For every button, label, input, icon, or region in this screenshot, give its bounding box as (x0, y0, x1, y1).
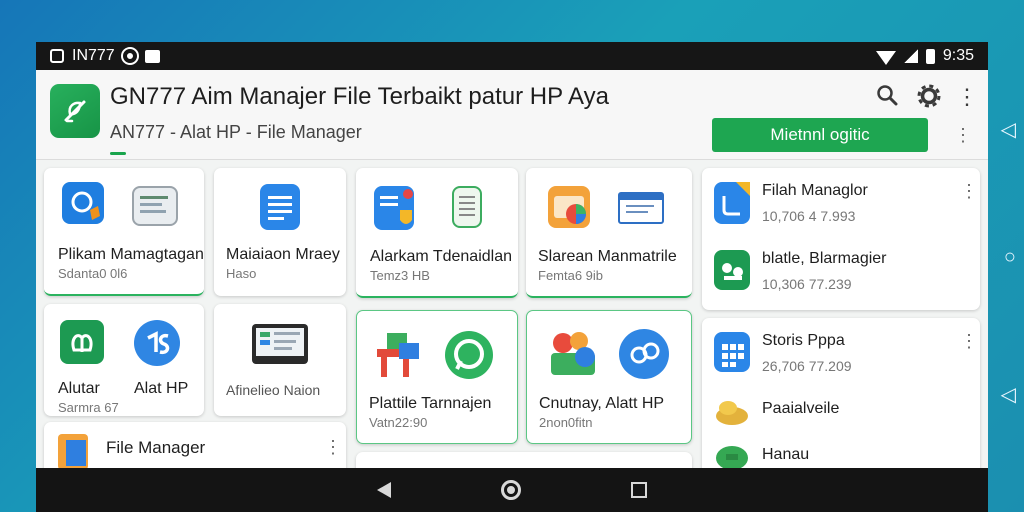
sync-badge-icon (134, 320, 180, 366)
document-icon (260, 184, 300, 230)
notification-square-icon (50, 49, 64, 63)
link-badge-icon (619, 329, 669, 379)
card-subtitle: Sdanta0 0l6 (58, 266, 128, 281)
navigation-bar (36, 468, 988, 512)
more-vert-icon[interactable]: ⋮ (960, 182, 978, 200)
android-badge-icon (714, 250, 750, 290)
list-item-subtitle: 26,706 77.209 (762, 358, 852, 374)
side-list-panel-top: Filah Managlor 10,706 4 7.993 ⋮ blatle, … (702, 168, 980, 310)
file-card[interactable]: Alutar Sarmra 67 Alat HP (44, 304, 204, 416)
card-title-secondary: Alat HP (134, 380, 189, 397)
card-title: Maiaiaon Mraey (226, 246, 340, 263)
card-title: File Manager (106, 438, 206, 457)
phone-screen: IN777 9:35 GN777 Aim Manajer File Terbai… (36, 42, 988, 512)
mail-icon (144, 49, 160, 63)
battery-icon (925, 48, 935, 64)
recent-apps-icon[interactable] (631, 482, 647, 498)
file-document-icon (714, 182, 750, 224)
list-item-subtitle: 10,306 77.239 (762, 276, 852, 292)
more-vert-icon-secondary[interactable]: ⋮ (954, 126, 972, 144)
clover-icon (60, 320, 104, 364)
card-title: Afinelieo Naion (226, 382, 321, 398)
home-icon[interactable] (501, 480, 521, 500)
file-card[interactable]: Cnutnay, Alatt HP 2non0fitn (526, 310, 692, 444)
card-subtitle: 2non0fitn (539, 415, 593, 430)
list-item-title[interactable]: Filah Managlor (762, 182, 868, 200)
document-list-icon (132, 186, 178, 226)
status-carrier-text: IN777 (72, 47, 115, 64)
back-icon[interactable] (377, 482, 391, 498)
card-title: Alarkam Tdenaidlan (370, 248, 513, 265)
wifi-icon (875, 51, 896, 65)
primary-action-button[interactable]: Mietnnl ogitic (712, 118, 928, 152)
signal-icon (903, 49, 918, 63)
chat-bubble-icon (445, 331, 493, 379)
shapes-icon (547, 329, 599, 379)
back-edge-icon[interactable]: ◁ (1001, 120, 1016, 140)
more-vert-icon[interactable]: ⋮ (954, 84, 980, 110)
card-subtitle: Vatn22:90 (369, 415, 428, 430)
list-item-subtitle: 10,706 4 7.993 (762, 208, 856, 224)
file-card[interactable]: Plikam Mamagtagan Sdanta0 0l6 (44, 168, 204, 296)
file-manager-icon (58, 434, 88, 470)
search-icon[interactable] (874, 84, 900, 110)
list-item-title[interactable]: Paaialveile (762, 400, 839, 418)
file-card[interactable]: Slarean Manmatrile Femta6 9ib (526, 168, 692, 298)
page-title: GN777 Aim Manajer File Terbaikt patur HP… (110, 83, 609, 110)
browser-window-icon (618, 192, 664, 224)
list-item-title[interactable]: Hanau (762, 446, 809, 464)
file-card[interactable]: Afinelieo Naion (214, 304, 346, 416)
document-shield-icon (374, 186, 414, 230)
folder-chart-icon (548, 186, 590, 228)
card-title: Slarean Manmatrile (538, 248, 677, 265)
list-item-title[interactable]: blatle, Blarmagier (762, 250, 887, 268)
status-bar: IN777 9:35 (36, 42, 988, 70)
card-title: Plattile Tarnnajen (369, 395, 492, 412)
card-subtitle: Sarmra 67 (58, 400, 119, 415)
file-card[interactable]: Maiaiaon Mraey Haso (214, 168, 346, 296)
file-card[interactable]: Alarkam Tdenaidlan Temz3 HB (356, 168, 518, 298)
file-grid: Plikam Mamagtagan Sdanta0 0l6 Maiaiaon M… (36, 160, 988, 482)
back-edge-icon-lower[interactable]: ◁ (1001, 385, 1016, 405)
leaf-icon (64, 100, 86, 123)
app-logo (50, 84, 100, 138)
store-icon (373, 329, 423, 379)
notification-circle-icon (120, 47, 139, 65)
tab-indicator (110, 152, 126, 155)
gear-icon[interactable] (916, 84, 942, 110)
monitor-icon (252, 324, 308, 364)
side-list-panel-bottom: Storis Pppa 26,706 77.209 ⋮ Paaialveile … (702, 318, 980, 482)
calendar-grid-icon (714, 332, 750, 372)
card-title: Plikam Mamagtagan (58, 246, 204, 263)
card-subtitle: Femta6 9ib (538, 268, 604, 283)
more-vert-icon[interactable]: ⋮ (960, 332, 978, 350)
gold-coin-icon (714, 396, 750, 428)
list-item-title[interactable]: Storis Pppa (762, 332, 845, 350)
page-subtitle: AN777 - Alat HP - File Manager (110, 122, 362, 142)
more-vert-icon[interactable]: ⋮ (324, 438, 342, 456)
card-title: Alutar (58, 380, 100, 397)
home-edge-icon[interactable]: ○ (1004, 247, 1016, 267)
folder-shield-icon (62, 182, 104, 224)
notepad-icon (452, 186, 482, 228)
card-subtitle: Haso (226, 266, 257, 281)
status-time: 9:35 (942, 47, 974, 64)
card-title: Cnutnay, Alatt HP (539, 395, 665, 412)
card-subtitle: Temz3 HB (370, 268, 430, 283)
file-card[interactable]: Plattile Tarnnajen Vatn22:90 (356, 310, 518, 444)
